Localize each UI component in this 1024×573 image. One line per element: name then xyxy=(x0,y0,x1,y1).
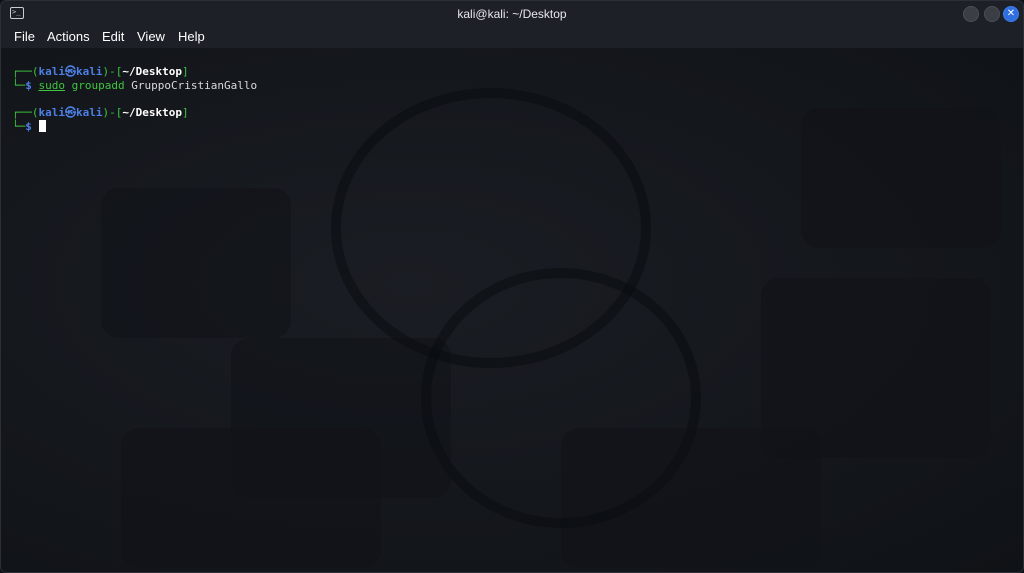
command-line[interactable]: └─$ xyxy=(12,120,46,133)
prompt-at-symbol: ㉿ xyxy=(65,106,76,119)
prompt-at-symbol: ㉿ xyxy=(65,65,76,78)
window-title: kali@kali: ~/Desktop xyxy=(457,7,567,21)
prompt-bracket: ┌──( xyxy=(12,106,39,119)
prompt-line: ┌──(kali㉿kali)-[~/Desktop] xyxy=(12,106,189,119)
prompt-line: ┌──(kali㉿kali)-[~/Desktop] xyxy=(12,65,189,78)
wallpaper-key-shape xyxy=(121,428,381,568)
command-argument: GruppoCristianGallo xyxy=(131,79,258,92)
prompt-user: kali xyxy=(38,106,66,119)
prompt-host: kali xyxy=(76,106,103,119)
menu-help[interactable]: Help xyxy=(176,29,207,44)
menu-edit[interactable]: Edit xyxy=(100,29,126,44)
prompt-corner: └─ xyxy=(12,120,26,133)
command-sudo: sudo xyxy=(38,79,66,92)
command-name: groupadd xyxy=(71,79,125,92)
prompt-user: kali xyxy=(38,65,66,78)
prompt-bracket: ] xyxy=(181,65,189,78)
minimize-button[interactable] xyxy=(963,6,979,22)
menu-file[interactable]: File xyxy=(12,29,37,44)
prompt-dollar: $ xyxy=(25,120,32,133)
maximize-button[interactable] xyxy=(984,6,1000,22)
text-cursor xyxy=(38,120,46,132)
terminal-window: >_ kali@kali: ~/Desktop ✕ File Actions E… xyxy=(0,0,1024,573)
prompt-bracket: )-[ xyxy=(102,65,123,78)
command-line: └─$ sudo groupadd GruppoCristianGallo xyxy=(12,79,257,92)
menu-bar: File Actions Edit View Help xyxy=(1,28,1023,48)
terminal-area[interactable]: ┌──(kali㉿kali)-[~/Desktop] └─$ sudo grou… xyxy=(1,48,1023,572)
prompt-dollar: $ xyxy=(25,79,32,92)
prompt-corner: └─ xyxy=(12,79,26,92)
close-icon: ✕ xyxy=(1006,8,1016,19)
prompt-path: ~/Desktop xyxy=(122,106,182,119)
prompt-bracket: ] xyxy=(181,106,189,119)
prompt-path: ~/Desktop xyxy=(122,65,182,78)
wallpaper-key-shape xyxy=(101,188,291,338)
prompt-bracket: ┌──( xyxy=(12,65,39,78)
prompt-bracket: )-[ xyxy=(102,106,123,119)
close-button[interactable]: ✕ xyxy=(1003,6,1019,22)
menu-view[interactable]: View xyxy=(135,29,167,44)
wallpaper-key-shape xyxy=(801,108,1001,248)
prompt-host: kali xyxy=(76,65,103,78)
title-bar[interactable]: >_ kali@kali: ~/Desktop ✕ xyxy=(1,1,1023,28)
wallpaper-curve-shape xyxy=(421,268,701,528)
menu-actions[interactable]: Actions xyxy=(45,29,92,44)
